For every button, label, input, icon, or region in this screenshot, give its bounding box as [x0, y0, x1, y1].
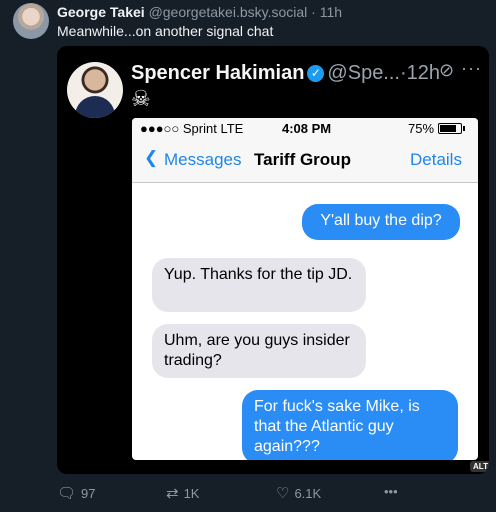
skull-emoji: ☠ [131, 86, 151, 111]
reply-button[interactable]: 🗨︎ 97 [57, 484, 96, 502]
separator: · [311, 4, 316, 20]
status-bar: ●●●○○ Sprint LTE 4:08 PM 75% [132, 118, 478, 138]
back-label: Messages [164, 150, 242, 169]
verified-icon: ✓ [307, 65, 325, 82]
conversation-title: Tariff Group [254, 150, 351, 169]
like-count: 6.1K [294, 485, 322, 501]
message-bubble-incoming: Yup. Thanks for the tip JD. [152, 258, 366, 312]
author-avatar[interactable] [13, 3, 49, 39]
heart-icon: ♡ [276, 485, 290, 502]
slashed-circle-icon: ⊘ [439, 60, 455, 80]
details-label: Details [410, 150, 462, 169]
embedded-header: Spencer Hakimian ✓ @Spe...·12h [131, 60, 440, 86]
carrier-signal: ●●●○○ Sprint LTE [140, 121, 244, 136]
chevron-left-icon: ❮ [144, 148, 159, 167]
repost-count: 1K [183, 485, 200, 501]
message-bubble-outgoing: For fuck's sake Mike, is that the Atlant… [242, 390, 458, 460]
embedded-more-icon: ··· [461, 58, 482, 78]
battery-icon [438, 123, 465, 134]
embedded-author-handle: @Spe... [327, 62, 400, 84]
reply-count: 97 [81, 485, 96, 501]
post-actions: 🗨︎ 97 ⇄ 1K ♡ 6.1K ••• [0, 484, 496, 504]
repost-button[interactable]: ⇄ 1K [166, 484, 199, 502]
repost-arrows-icon: ⇄ [166, 485, 179, 502]
post-text: Meanwhile...on another signal chat [57, 23, 274, 39]
alt-badge[interactable]: ALT [470, 461, 489, 472]
author-handle[interactable]: @georgetakei.bsky.social [149, 4, 308, 20]
more-icon: ••• [384, 484, 398, 499]
like-button[interactable]: ♡ 6.1K [276, 484, 321, 502]
message-bubble-outgoing: Y'all buy the dip? [302, 204, 460, 240]
speech-bubble-icon: 🗨︎ [57, 485, 77, 502]
messages-navbar: ❮ Messages Tariff Group Details [132, 138, 478, 183]
battery-percent: 75% [408, 121, 435, 136]
post-time[interactable]: 11h [320, 4, 342, 20]
embedded-separator: · [399, 62, 407, 84]
embedded-author-name: Spencer Hakimian [131, 62, 305, 84]
more-button[interactable]: ••• [384, 484, 398, 499]
embedded-image[interactable]: Spencer Hakimian ✓ @Spe...·12h ⊘ ··· ☠ ●●●… [57, 46, 489, 474]
message-bubble-incoming: Uhm, are you guys insider trading? [152, 324, 366, 378]
embedded-author-avatar [67, 62, 123, 118]
phone-screenshot: ●●●○○ Sprint LTE 4:08 PM 75% ❮ Messages … [132, 118, 478, 460]
author-name[interactable]: George Takei [57, 4, 145, 20]
embedded-time: 12h [406, 62, 441, 84]
status-time: 4:08 PM [282, 121, 332, 136]
post-header: George Takei @georgetakei.bsky.social · … [57, 3, 342, 21]
